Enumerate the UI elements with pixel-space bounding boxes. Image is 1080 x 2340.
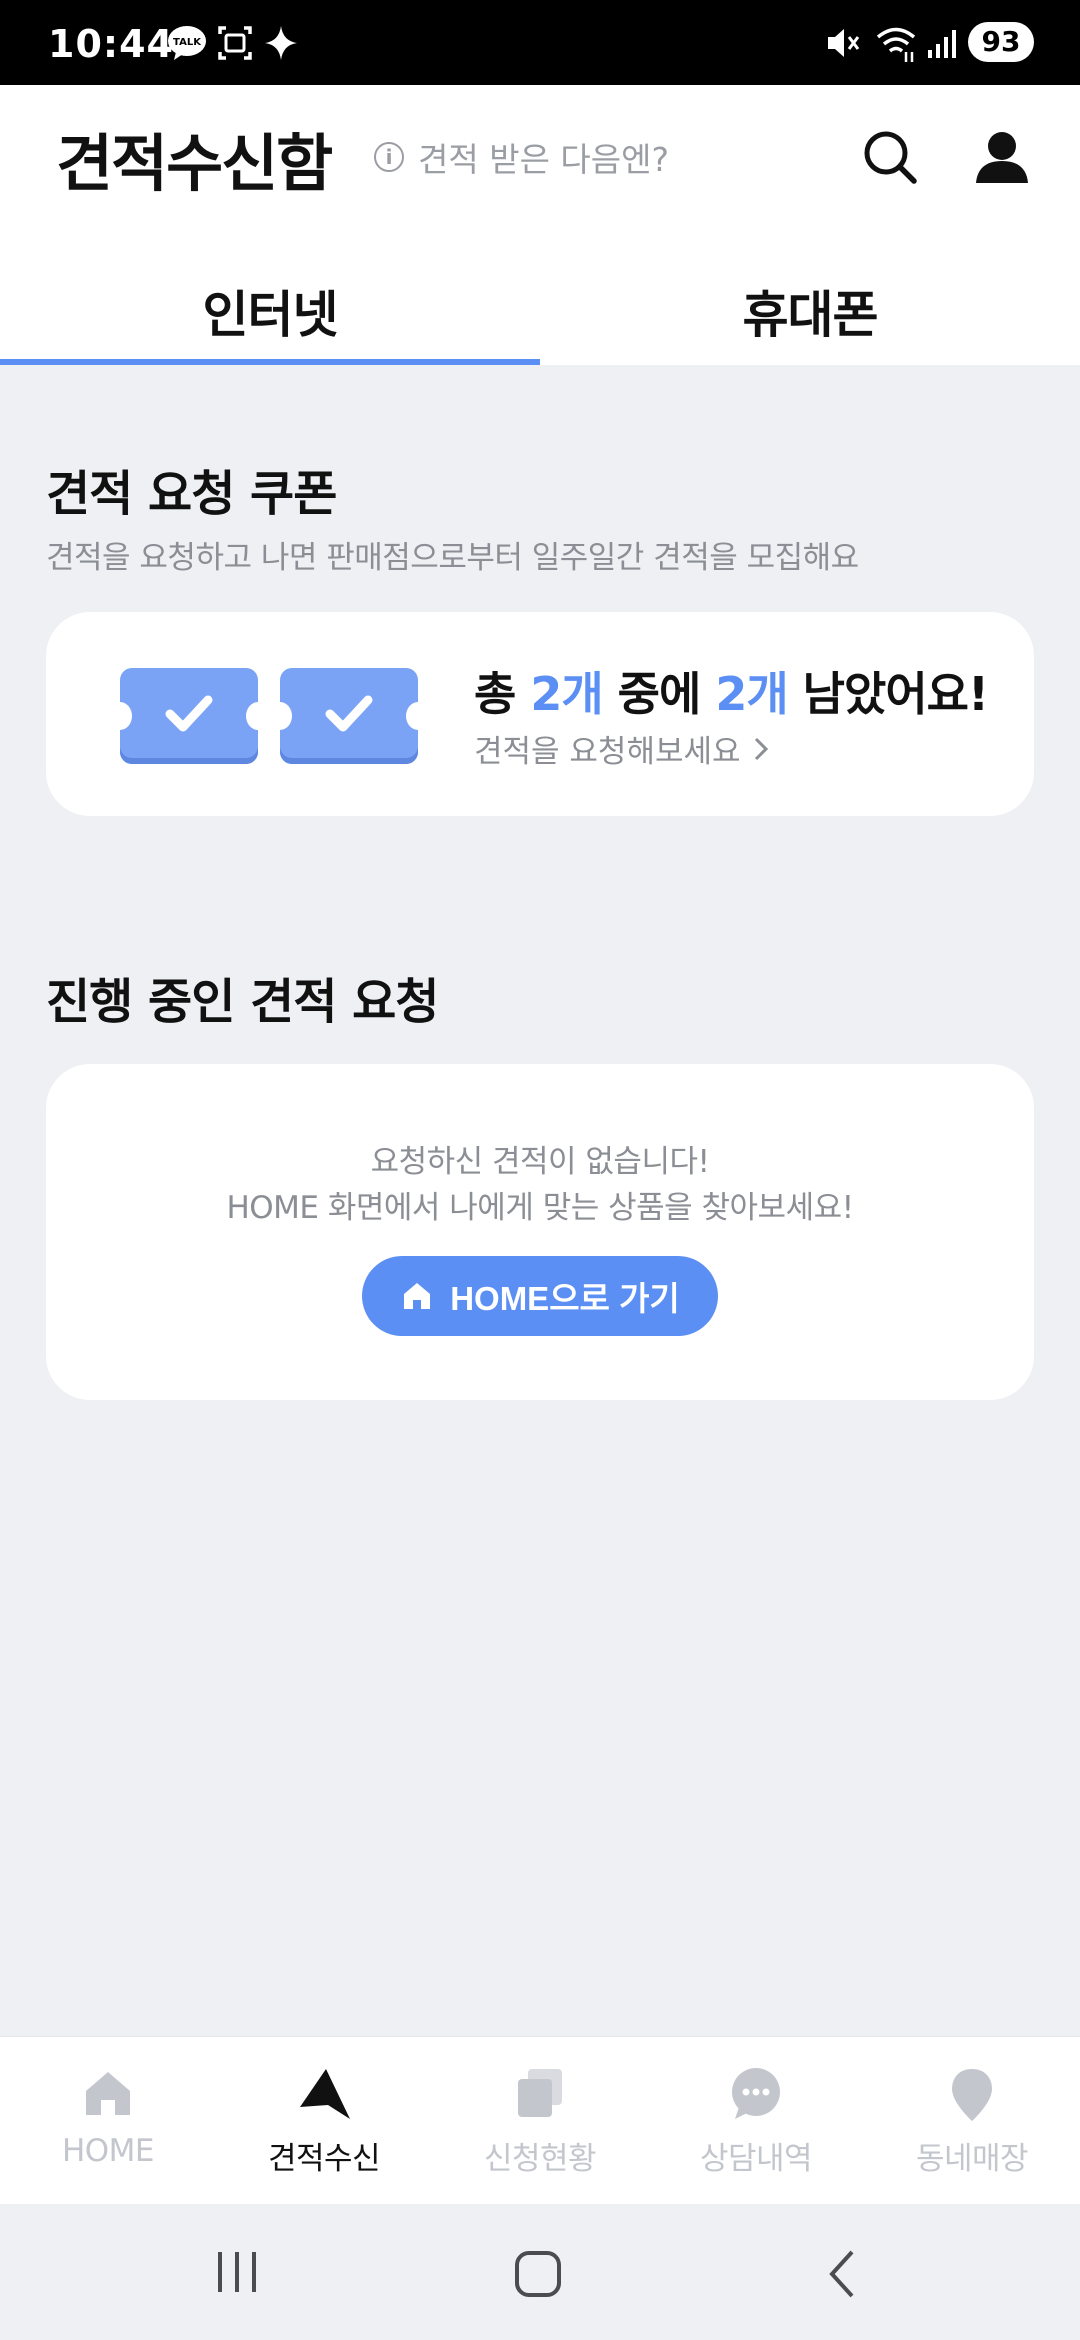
mute-icon bbox=[828, 29, 860, 57]
documents-icon bbox=[518, 2069, 562, 2117]
info-icon: i bbox=[374, 142, 404, 172]
status-time: 10:44 bbox=[48, 22, 174, 66]
signal-icon bbox=[928, 30, 956, 58]
category-tabs: 인터넷 휴대폰 bbox=[0, 245, 1080, 365]
search-icon[interactable] bbox=[858, 125, 922, 189]
help-text: 견적 받은 다음엔? bbox=[418, 140, 670, 179]
go-home-button[interactable]: HOME으로 가기 bbox=[362, 1256, 718, 1336]
sparkle-icon bbox=[265, 26, 297, 60]
chat-icon bbox=[732, 2068, 780, 2119]
coupon-card[interactable]: 총 2개 중에 2개 남았어요! 견적을 요청해보세요 bbox=[46, 612, 1034, 816]
tab-internet[interactable]: 인터넷 bbox=[0, 245, 540, 365]
coupon-remaining: 2개 bbox=[715, 667, 788, 721]
tab-mobile[interactable]: 휴대폰 bbox=[540, 245, 1080, 365]
coupon-section-subtitle: 견적을 요청하고 나면 판매점으로부터 일주일간 견적을 모집해요 bbox=[46, 540, 859, 576]
home-button-icon[interactable] bbox=[512, 2248, 564, 2300]
send-icon bbox=[300, 2069, 350, 2119]
coupon-section-title: 견적 요청 쿠폰 bbox=[46, 466, 337, 522]
nav-item-home[interactable]: HOME bbox=[0, 2037, 216, 2205]
nav-item-status[interactable]: 신청현황 bbox=[432, 2037, 648, 2205]
chevron-right-icon bbox=[754, 737, 768, 760]
home-icon bbox=[86, 2072, 130, 2115]
coupon-total: 2개 bbox=[530, 667, 603, 721]
bottom-navigation: HOME 견적수신 신청현황 상담내역 동네매장 bbox=[0, 2036, 1080, 2205]
back-icon[interactable] bbox=[822, 2248, 862, 2300]
recent-apps-icon[interactable] bbox=[212, 2248, 262, 2296]
help-link[interactable]: i 견적 받은 다음엔? bbox=[374, 133, 669, 181]
request-quote-link[interactable]: 견적을 요청해보세요 bbox=[474, 726, 771, 771]
wifi-icon bbox=[876, 27, 916, 62]
progress-section-title: 진행 중인 견적 요청 bbox=[46, 974, 439, 1030]
empty-hint: HOME 화면에서 나에게 맞는 상품을 찾아보세요! bbox=[226, 1190, 854, 1226]
app-header: 견적수신함 i 견적 받은 다음엔? bbox=[0, 85, 1080, 245]
page-title: 견적수신함 bbox=[56, 127, 333, 200]
svg-text:TALK: TALK bbox=[173, 37, 202, 48]
empty-state-card: 요청하신 견적이 없습니다! HOME 화면에서 나에게 맞는 상품을 찾아보세… bbox=[46, 1064, 1034, 1400]
screen-capture-icon bbox=[218, 26, 252, 60]
nav-item-quotes[interactable]: 견적수신 bbox=[216, 2037, 432, 2205]
coupon-count-text: 총 2개 중에 2개 남았어요! bbox=[474, 667, 989, 721]
location-pin-icon bbox=[952, 2069, 992, 2121]
talk-icon: TALK bbox=[168, 26, 206, 60]
nav-item-stores[interactable]: 동네매장 bbox=[864, 2037, 1080, 2205]
status-bar: 10:44 TALK 93 bbox=[0, 0, 1080, 85]
system-navigation-bar bbox=[0, 2204, 1080, 2340]
empty-message: 요청하신 견적이 없습니다! bbox=[370, 1144, 710, 1180]
ticket-check-icon bbox=[268, 668, 430, 764]
ticket-check-icon bbox=[108, 668, 270, 764]
battery-indicator: 93 bbox=[968, 22, 1034, 62]
nav-item-consult[interactable]: 상담내역 bbox=[648, 2037, 864, 2205]
user-icon[interactable] bbox=[970, 125, 1034, 189]
home-icon bbox=[404, 1283, 431, 1309]
